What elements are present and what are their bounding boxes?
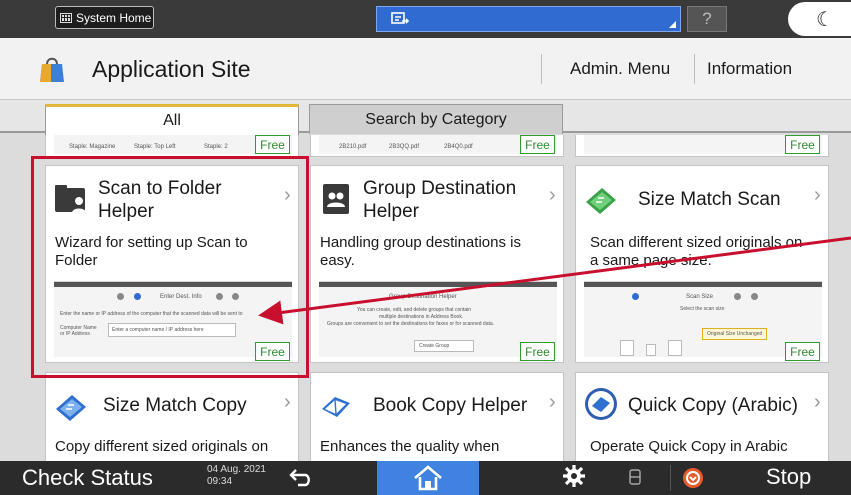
time-label: 09:34 <box>207 476 233 487</box>
bottom-bar: Check Status 04 Aug. 2021 09:34 Stop <box>0 461 851 495</box>
card-title: Group Destination <box>363 178 517 199</box>
admin-menu-button[interactable]: Admin. Menu <box>570 59 670 79</box>
book-icon <box>322 397 350 417</box>
app-card-partial[interactable]: Free <box>575 135 829 157</box>
system-home-button[interactable]: System Home <box>55 6 154 29</box>
job-status-field[interactable] <box>376 6 681 32</box>
card-title: Size Match Copy <box>103 395 247 416</box>
card-description: Copy different sized originals on <box>55 438 269 455</box>
gear-icon[interactable] <box>562 464 586 488</box>
app-card-partial[interactable]: 2B210.pdf 2B3QQ.pdf 2B4Q0.pdf Free <box>310 135 564 157</box>
app-card-partial[interactable]: Staple: Magazine Staple: Top Left Staple… <box>45 135 299 157</box>
preview-heading: Group Destination Helper <box>389 294 457 300</box>
chevron-right-icon: › <box>814 391 821 413</box>
stop-button[interactable]: Stop <box>766 464 811 490</box>
scan-job-icon <box>391 12 410 24</box>
page-title: Application Site <box>92 56 251 82</box>
free-badge: Free <box>520 342 555 361</box>
step-dot-icon <box>734 293 741 300</box>
free-badge: Free <box>785 342 820 361</box>
information-button[interactable]: Information <box>707 59 792 79</box>
card-description: Scan different sized originals on <box>590 234 803 251</box>
free-badge: Free <box>255 135 290 154</box>
card-description: easy. <box>320 252 355 269</box>
preview-text: 2B3QQ.pdf <box>389 144 420 150</box>
moon-icon: ☾ <box>816 8 834 31</box>
category-tabs: All Search by Category <box>0 100 851 135</box>
tab-all[interactable]: All <box>45 104 299 135</box>
help-button[interactable]: ? <box>687 6 727 32</box>
preview-text: Staple: Magazine <box>69 144 116 150</box>
stop-symbol-icon <box>686 471 700 485</box>
card-description: Enhances the quality when <box>320 438 500 455</box>
home-button[interactable] <box>377 461 479 495</box>
preview-heading: Scan Size <box>686 294 714 300</box>
preview-header-bar <box>584 282 822 287</box>
preview-text: 2B210.pdf <box>339 144 367 150</box>
page-icon <box>620 340 634 356</box>
preview-text: 2B4Q0.pdf <box>444 144 473 150</box>
preview-option: Original Size Unchanged <box>702 328 768 340</box>
bottom-divider <box>670 465 671 491</box>
card-description: a same page size. <box>590 252 712 269</box>
chevron-right-icon: › <box>549 391 556 413</box>
step-dot-icon <box>632 293 639 300</box>
card-description: Handling group destinations is <box>320 234 521 251</box>
tab-search-by-category[interactable]: Search by Category <box>309 104 563 134</box>
card-title: Size Match Scan <box>638 189 781 210</box>
date-label: 04 Aug. 2021 <box>207 464 266 475</box>
date-time: 04 Aug. 2021 09:34 <box>207 464 266 488</box>
memory-icon[interactable] <box>628 467 642 487</box>
free-badge: Free <box>520 135 555 154</box>
energy-saver-button[interactable]: ☾ <box>788 2 851 36</box>
step-dot-icon <box>751 293 758 300</box>
back-arrow-icon[interactable] <box>288 464 314 490</box>
preview-text: You can create, edit, and delete groups … <box>357 307 472 313</box>
header-divider <box>694 54 695 84</box>
free-badge: Free <box>785 135 820 154</box>
header-divider <box>541 54 542 84</box>
preview-text: Select the scan size <box>680 306 725 312</box>
home-icon <box>414 465 442 491</box>
grid-icon <box>60 12 72 23</box>
quick-copy-icon <box>585 388 617 420</box>
chevron-right-icon: › <box>284 391 291 413</box>
page-icon <box>668 340 682 356</box>
card-title: Quick Copy (Arabic) <box>628 395 798 416</box>
shopping-bag-icon <box>40 57 64 82</box>
app-card-quick-copy-arabic[interactable]: Quick Copy (Arabic) › Operate Quick Copy… <box>575 372 829 461</box>
preview-text: Staple: Top Left <box>134 144 176 150</box>
app-card-size-match-scan[interactable]: Size Match Scan › Scan different sized o… <box>575 165 829 363</box>
preview-header-bar <box>319 282 557 287</box>
card-description: Operate Quick Copy in Arabic <box>590 438 788 455</box>
copy-pages-icon <box>56 395 86 421</box>
preview-button: Create Group <box>414 340 474 352</box>
app-card-group-destination-helper[interactable]: Group Destination Helper › Handling grou… <box>310 165 564 363</box>
app-card-size-match-copy[interactable]: Size Match Copy › Copy different sized o… <box>45 372 299 461</box>
system-bar: System Home ? ☾ <box>0 0 851 38</box>
chevron-right-icon: › <box>814 184 821 206</box>
stop-icon[interactable] <box>683 468 703 488</box>
app-header: Application Site Admin. Menu Information <box>0 38 851 100</box>
app-card-book-copy-helper[interactable]: Book Copy Helper › Enhances the quality … <box>310 372 564 461</box>
page-icon <box>646 344 656 356</box>
preview-text: multiple destinations in Address Book. <box>379 314 464 320</box>
card-title: Helper <box>363 201 419 222</box>
preview-text: Groups are convenient to set the destina… <box>327 321 495 327</box>
preview-text: Staple: 2 <box>204 144 228 150</box>
scan-pages-icon <box>586 188 616 214</box>
card-title: Book Copy Helper <box>373 395 528 416</box>
help-icon: ? <box>702 9 712 28</box>
system-home-label: System Home <box>76 10 152 25</box>
check-status-button[interactable]: Check Status <box>22 465 153 491</box>
chevron-right-icon: › <box>549 184 556 206</box>
highlight-box <box>31 156 309 378</box>
resize-corner-icon <box>669 21 676 28</box>
address-book-group-icon <box>323 184 349 214</box>
